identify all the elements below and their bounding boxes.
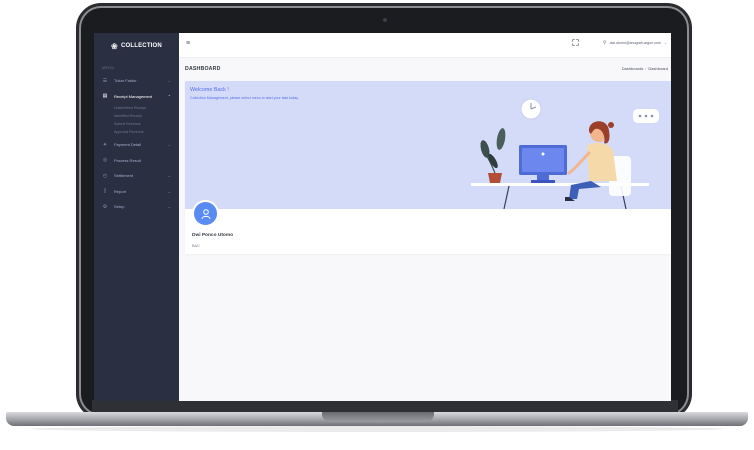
report-icon: ▯ <box>103 188 107 195</box>
sidebar-item-tukar-faktur[interactable]: ☰ Tukar Faktur ⌄ <box>94 73 179 89</box>
workspace-illustration <box>471 98 659 209</box>
list-icon: ☰ <box>102 77 108 84</box>
camera-dot <box>383 18 387 22</box>
sidebar-item-setup[interactable]: ⚙ Setup ⌄ <box>94 199 179 215</box>
sidebar-item-label: Tukar Faktur <box>114 78 137 84</box>
gear-icon: ⚙ <box>102 203 108 210</box>
menu-title: MENU <box>102 66 115 70</box>
laptop-shadow <box>30 426 724 432</box>
process-icon: ◎ <box>102 157 108 164</box>
subitem-unidentified-receipt[interactable]: Unidentified Receipt <box>94 104 179 112</box>
breadcrumb-separator: / <box>645 66 647 71</box>
sidebar-item-label: Report <box>114 188 127 194</box>
user-dropdown[interactable]: ⚲ dwi.utomo@anugrah-argon.com ⌄ <box>603 40 667 46</box>
sidebar-item-process-result[interactable]: ◎ Process Result <box>94 153 179 169</box>
sidebar: ❀ COLLECTION MENU ☰ Tukar Faktur ⌄ ▤ Rec… <box>94 33 179 401</box>
subitem-identified-receipt[interactable]: Identified Receipt <box>94 112 179 120</box>
chevron-down-icon: ⌄ <box>167 142 171 148</box>
sidebar-item-label: Payment Detail <box>114 142 142 148</box>
chevron-up-icon: ⌃ <box>167 93 171 99</box>
brand-logo-icon: ❀ <box>111 41 118 51</box>
chevron-down-icon: ⌄ <box>167 204 171 210</box>
avatar[interactable] <box>192 200 219 227</box>
brand-logo[interactable]: ❀ COLLECTION <box>94 33 179 59</box>
user-email: dwi.utomo@anugrah-argon.com <box>609 41 661 45</box>
sidebar-nav: ☰ Tukar Faktur ⌄ ▤ Receipt Management ⌃ … <box>94 73 179 215</box>
breadcrumb-item-dashboards[interactable]: Dashboards <box>622 66 644 71</box>
sidebar-item-label: Setup <box>114 204 125 210</box>
user-icon <box>201 208 210 219</box>
sidebar-item-payment-detail[interactable]: ✦ Payment Detail ⌄ <box>94 137 179 153</box>
breadcrumb: Dashboards / Dashboard <box>622 66 668 71</box>
sidebar-item-receipt-management[interactable]: ▤ Receipt Management ⌃ <box>94 89 179 105</box>
user-icon: ⚲ <box>602 40 607 46</box>
receipt-submenu: Unidentified Receipt Identified Receipt … <box>94 104 179 137</box>
laptop-notch <box>322 412 434 422</box>
screen: ❀ COLLECTION MENU ☰ Tukar Faktur ⌄ ▤ Rec… <box>94 33 671 401</box>
hamburger-menu-icon[interactable]: ≡ <box>186 40 190 47</box>
chevron-down-icon: ⌄ <box>167 188 171 194</box>
breadcrumb-item-dashboard: Dashboard <box>648 66 668 71</box>
brand-name: COLLECTION <box>120 43 162 49</box>
welcome-title: Welcome Back ! <box>190 87 229 93</box>
welcome-subtitle: Collection Management, please select men… <box>190 96 299 100</box>
laptop-chin <box>92 400 678 412</box>
chevron-down-icon: ⌄ <box>663 41 667 45</box>
sidebar-item-label: Receipt Management <box>114 93 153 99</box>
receipt-icon: ▤ <box>102 93 108 100</box>
fullscreen-icon[interactable] <box>572 39 579 46</box>
subitem-approval-reversal[interactable]: Approval Reversal <box>94 128 179 136</box>
sidebar-item-label: Process Result <box>114 157 141 163</box>
user-role: BAC <box>192 244 200 248</box>
chevron-down-icon: ⌄ <box>167 173 171 179</box>
welcome-banner: Welcome Back ! Collection Management, pl… <box>185 81 671 209</box>
person-body <box>587 142 617 181</box>
sidebar-item-settlement[interactable]: ◴ Settlement ⌄ <box>94 168 179 184</box>
topbar: ≡ ⚲ dwi.utomo@anugrah-argon.com ⌄ <box>179 33 671 58</box>
welcome-card: Welcome Back ! Collection Management, pl… <box>185 81 671 254</box>
page-title: DASHBOARD <box>185 66 221 72</box>
subitem-submit-reversal[interactable]: Submit Reversal <box>94 120 179 128</box>
user-name: Dwi Ponco Utomo <box>192 233 234 238</box>
payment-icon: ✦ <box>102 141 108 148</box>
chevron-down-icon: ⌄ <box>167 78 171 84</box>
sidebar-item-label: Settlement <box>114 173 134 179</box>
plant-pot <box>488 173 502 183</box>
settlement-icon: ◴ <box>102 172 108 179</box>
sidebar-item-report[interactable]: ▯ Report ⌄ <box>94 184 179 200</box>
